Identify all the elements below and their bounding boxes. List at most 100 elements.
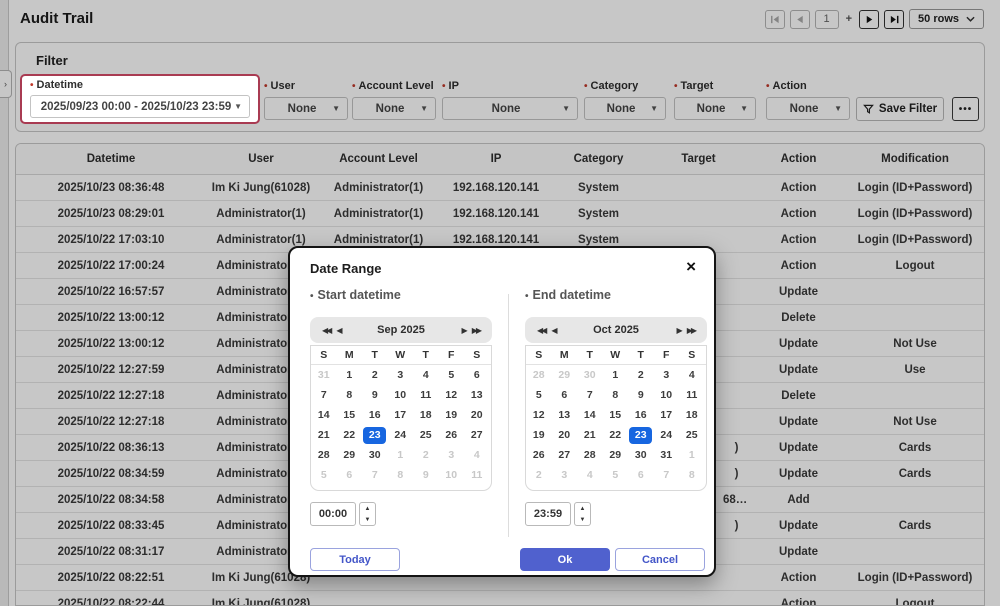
stepper-up-icon[interactable]: ▲: [360, 503, 375, 514]
calendar-day[interactable]: 5: [526, 385, 552, 405]
calendar-day-selected[interactable]: 23: [362, 425, 388, 445]
calendar-day[interactable]: 1: [603, 365, 629, 385]
calendar-day[interactable]: 5: [311, 465, 337, 485]
calendar-day[interactable]: 14: [311, 405, 337, 425]
calendar-day[interactable]: 7: [654, 465, 680, 485]
cancel-button[interactable]: Cancel: [615, 548, 705, 571]
calendar-day[interactable]: 29: [603, 445, 629, 465]
start-time-input[interactable]: 00:00: [310, 502, 356, 526]
calendar-day[interactable]: 13: [552, 405, 578, 425]
calendar-day[interactable]: 12: [526, 405, 552, 425]
calendar-day[interactable]: 9: [628, 385, 654, 405]
calendar-day[interactable]: 30: [362, 445, 388, 465]
calendar-day[interactable]: 16: [362, 405, 388, 425]
calendar-day-selected[interactable]: 23: [628, 425, 654, 445]
calendar-day[interactable]: 25: [413, 425, 439, 445]
calendar-day[interactable]: 6: [628, 465, 654, 485]
calendar-day[interactable]: 14: [577, 405, 603, 425]
calendar-day[interactable]: 18: [679, 405, 705, 425]
next-month-icon[interactable]: ▶: [674, 326, 684, 335]
next-year-icon[interactable]: ▶▶: [684, 326, 698, 335]
calendar-day[interactable]: 15: [337, 405, 363, 425]
end-time-input[interactable]: 23:59: [525, 502, 571, 526]
calendar-day[interactable]: 29: [337, 445, 363, 465]
calendar-day[interactable]: 24: [654, 425, 680, 445]
calendar-day[interactable]: 1: [337, 365, 363, 385]
calendar-day[interactable]: 17: [388, 405, 414, 425]
ok-button[interactable]: Ok: [520, 548, 610, 571]
calendar-day[interactable]: 8: [388, 465, 414, 485]
calendar-day[interactable]: 10: [388, 385, 414, 405]
calendar-day[interactable]: 3: [654, 365, 680, 385]
calendar-day[interactable]: 10: [654, 385, 680, 405]
calendar-day[interactable]: 7: [577, 385, 603, 405]
stepper-down-icon[interactable]: ▼: [575, 514, 590, 525]
stepper-down-icon[interactable]: ▼: [360, 514, 375, 525]
calendar-day[interactable]: 11: [679, 385, 705, 405]
calendar-day[interactable]: 12: [439, 385, 465, 405]
next-month-icon[interactable]: ▶: [459, 326, 469, 335]
calendar-day[interactable]: 9: [362, 385, 388, 405]
calendar-day[interactable]: 20: [464, 405, 490, 425]
calendar-day[interactable]: 31: [311, 365, 337, 385]
prev-month-icon[interactable]: ◀: [548, 326, 558, 335]
calendar-day[interactable]: 6: [337, 465, 363, 485]
calendar-day[interactable]: 4: [413, 365, 439, 385]
calendar-day[interactable]: 27: [464, 425, 490, 445]
calendar-day[interactable]: 31: [654, 445, 680, 465]
calendar-day[interactable]: 7: [362, 465, 388, 485]
calendar-day[interactable]: 18: [413, 405, 439, 425]
calendar-day[interactable]: 25: [679, 425, 705, 445]
stepper-up-icon[interactable]: ▲: [575, 503, 590, 514]
calendar-day[interactable]: 3: [439, 445, 465, 465]
calendar-day[interactable]: 30: [577, 365, 603, 385]
calendar-day[interactable]: 26: [526, 445, 552, 465]
calendar-day[interactable]: 16: [628, 405, 654, 425]
calendar-day[interactable]: 5: [603, 465, 629, 485]
calendar-day[interactable]: 30: [628, 445, 654, 465]
calendar-day[interactable]: 1: [679, 445, 705, 465]
calendar-day[interactable]: 21: [311, 425, 337, 445]
calendar-day[interactable]: 10: [439, 465, 465, 485]
calendar-day[interactable]: 2: [628, 365, 654, 385]
calendar-day[interactable]: 6: [552, 385, 578, 405]
calendar-day[interactable]: 7: [311, 385, 337, 405]
prev-year-icon[interactable]: ◀◀: [534, 326, 548, 335]
calendar-day[interactable]: 21: [577, 425, 603, 445]
datetime-filter-select[interactable]: 2025/09/23 00:00 - 2025/10/23 23:59 ▼: [30, 95, 250, 118]
calendar-day[interactable]: 28: [526, 365, 552, 385]
today-button[interactable]: Today: [310, 548, 400, 571]
calendar-day[interactable]: 5: [439, 365, 465, 385]
close-icon[interactable]: ×: [686, 257, 696, 277]
calendar-day[interactable]: 8: [679, 465, 705, 485]
calendar-day[interactable]: 29: [552, 365, 578, 385]
calendar-day[interactable]: 28: [577, 445, 603, 465]
calendar-day[interactable]: 4: [577, 465, 603, 485]
calendar-day[interactable]: 9: [413, 465, 439, 485]
calendar-day[interactable]: 6: [464, 365, 490, 385]
calendar-day[interactable]: 2: [526, 465, 552, 485]
calendar-day[interactable]: 17: [654, 405, 680, 425]
calendar-day[interactable]: 1: [388, 445, 414, 465]
calendar-day[interactable]: 22: [337, 425, 363, 445]
calendar-day[interactable]: 20: [552, 425, 578, 445]
calendar-day[interactable]: 8: [337, 385, 363, 405]
calendar-day[interactable]: 24: [388, 425, 414, 445]
calendar-day[interactable]: 11: [464, 465, 490, 485]
calendar-day[interactable]: 19: [526, 425, 552, 445]
calendar-day[interactable]: 4: [464, 445, 490, 465]
calendar-day[interactable]: 4: [679, 365, 705, 385]
next-year-icon[interactable]: ▶▶: [469, 326, 483, 335]
calendar-day[interactable]: 11: [413, 385, 439, 405]
calendar-day[interactable]: 28: [311, 445, 337, 465]
calendar-day[interactable]: 22: [603, 425, 629, 445]
calendar-day[interactable]: 13: [464, 385, 490, 405]
calendar-day[interactable]: 19: [439, 405, 465, 425]
calendar-day[interactable]: 3: [552, 465, 578, 485]
prev-year-icon[interactable]: ◀◀: [319, 326, 333, 335]
calendar-day[interactable]: 15: [603, 405, 629, 425]
calendar-day[interactable]: 2: [362, 365, 388, 385]
calendar-day[interactable]: 2: [413, 445, 439, 465]
calendar-day[interactable]: 27: [552, 445, 578, 465]
calendar-day[interactable]: 26: [439, 425, 465, 445]
